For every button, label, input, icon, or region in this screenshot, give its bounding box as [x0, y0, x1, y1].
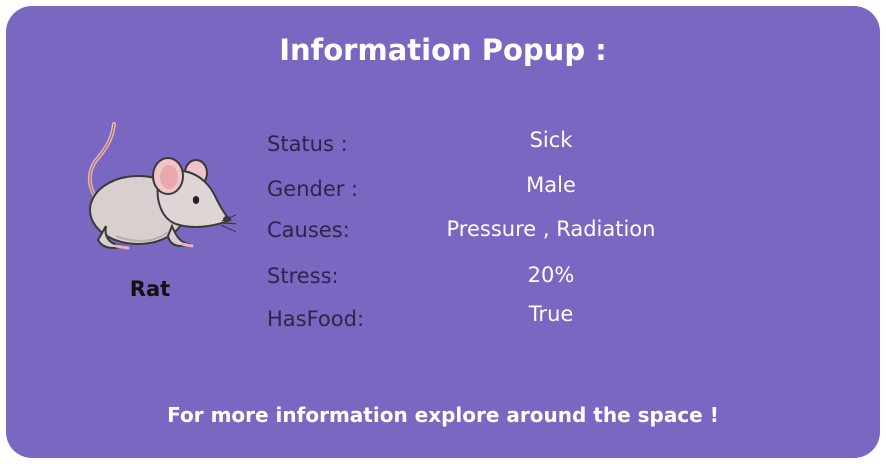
footer-hint: For more information explore around the … — [167, 403, 719, 427]
information-popup: Information Popup : Rat Status : Sick Ge… — [6, 6, 880, 458]
hasfood-label: HasFood: — [267, 307, 365, 331]
status-label: Status : — [267, 132, 348, 156]
popup-title: Information Popup : — [279, 33, 607, 67]
subject-name: Rat — [129, 277, 171, 301]
causes-value: Pressure , Radiation — [446, 217, 656, 241]
stress-value: 20% — [527, 263, 575, 287]
causes-label: Causes: — [267, 218, 350, 242]
gender-value: Male — [526, 173, 576, 197]
hasfood-value: True — [528, 302, 574, 326]
gender-label: Gender : — [267, 177, 359, 201]
stress-label: Stress: — [267, 264, 339, 288]
status-value: Sick — [529, 128, 573, 152]
rat-icon — [88, 122, 236, 250]
